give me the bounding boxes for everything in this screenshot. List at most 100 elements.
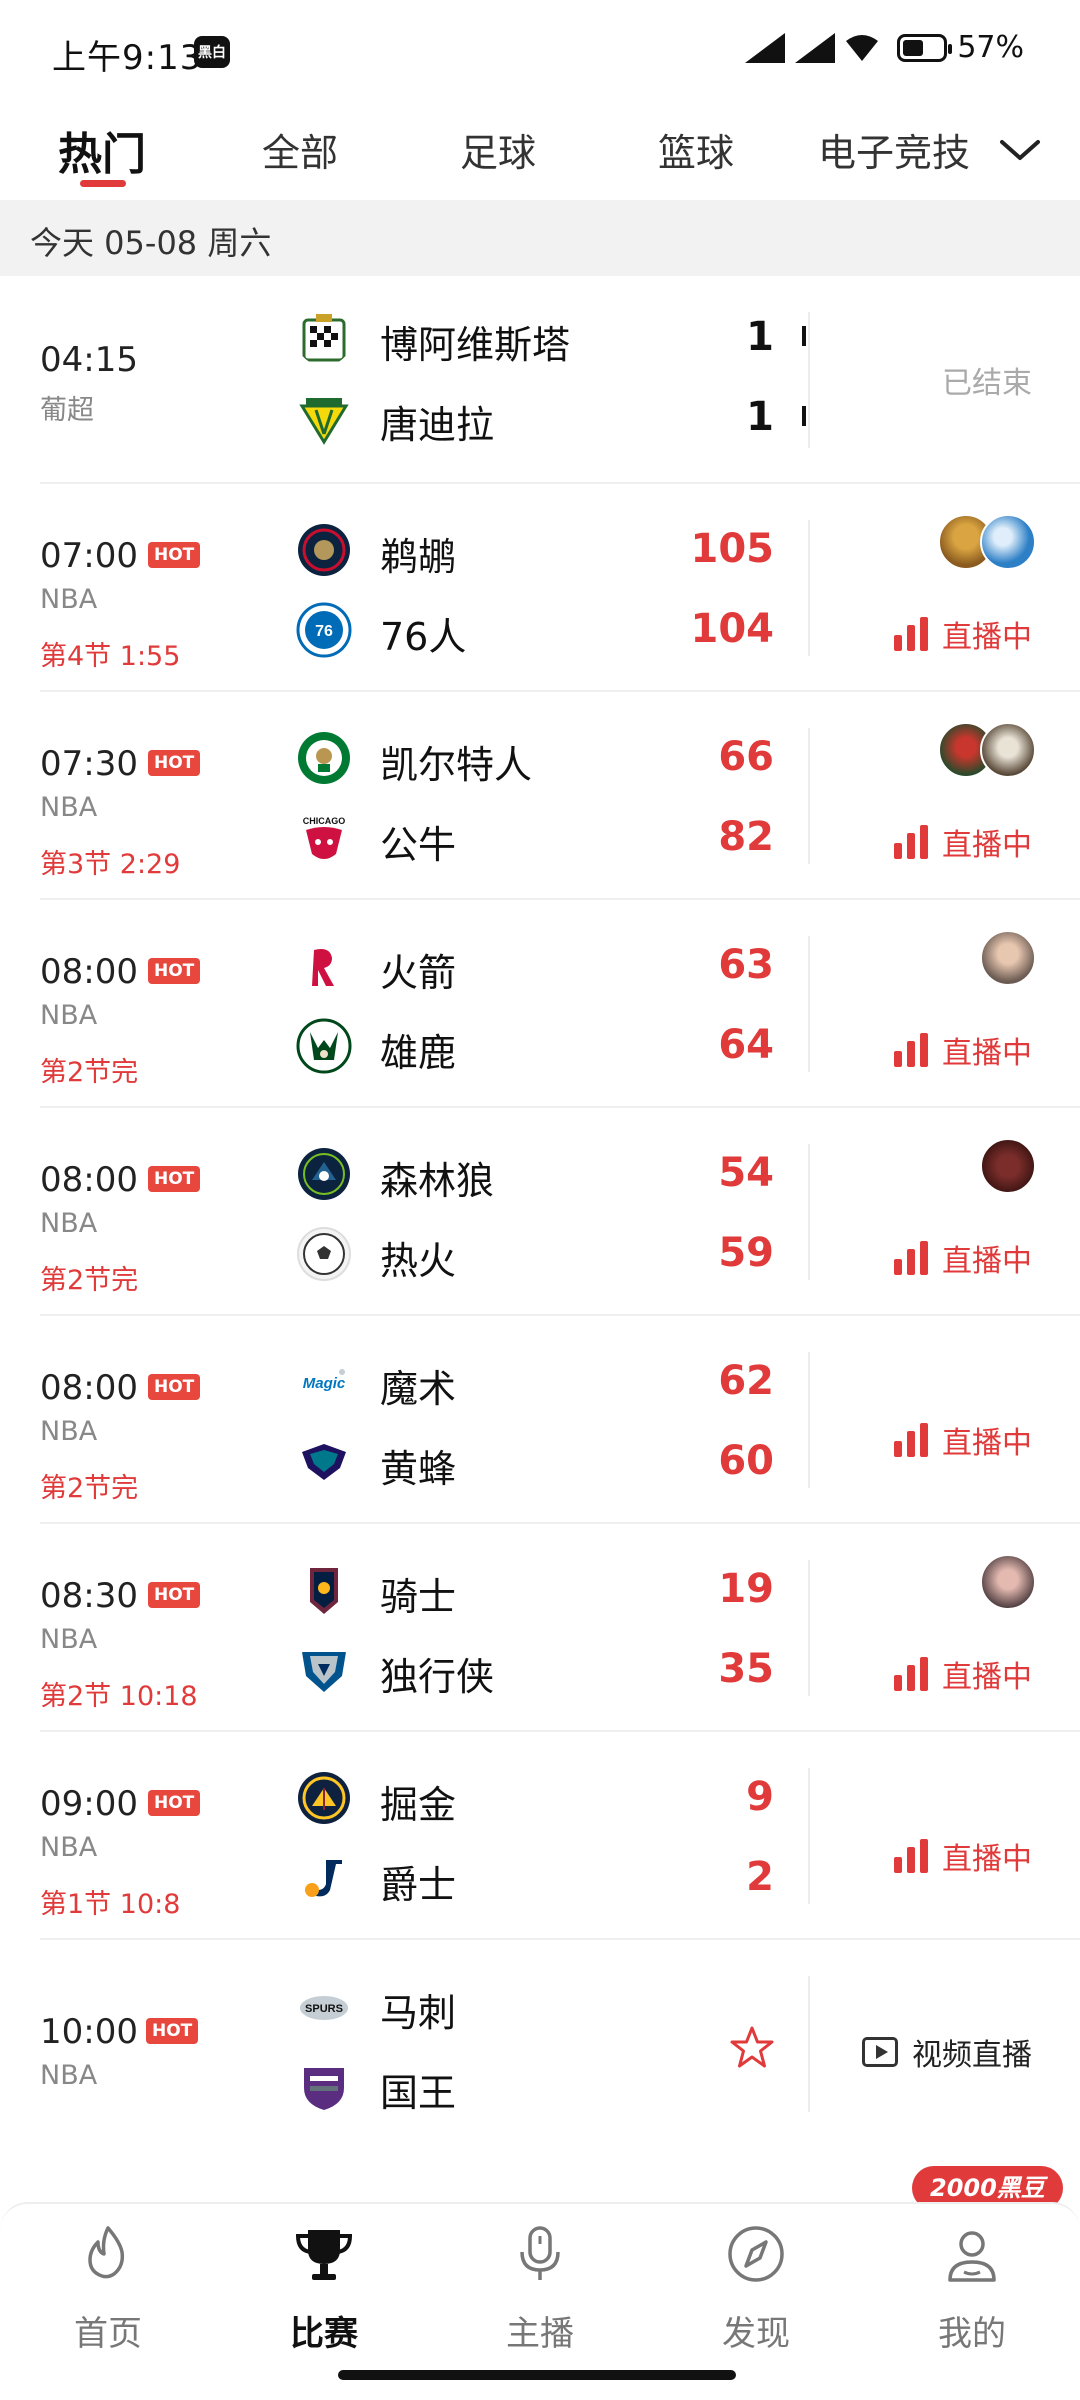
divider [808, 520, 810, 656]
streamer-avatar[interactable] [980, 1138, 1036, 1194]
team-logo-icon [310, 1568, 338, 1614]
team-logo-icon [298, 732, 350, 784]
team-score: 82 [718, 814, 774, 860]
divider [808, 1144, 810, 1280]
team-name: 火箭 [380, 951, 457, 995]
match-row[interactable]: 04:15 葡超 博阿维斯塔 1 唐迪拉 1 已结束 [0, 276, 1080, 484]
nav-discover[interactable]: 发现 [676, 2222, 836, 2355]
live-bars-icon [894, 1839, 928, 1873]
score-marker [802, 406, 806, 426]
team-logo-icon [304, 2068, 344, 2110]
match-row[interactable]: 09:00 HOT NBA 第1节 10:8 掘金 9 爵士 2 直播中 [0, 1732, 1080, 1940]
team-score: 9 [746, 1774, 774, 1820]
match-status: 第2节完 [40, 1057, 139, 1088]
live-indicator[interactable]: 直播中 [894, 1028, 1032, 1072]
live-indicator[interactable]: 直播中 [894, 1652, 1032, 1696]
svg-text:Magic: Magic [303, 1375, 346, 1392]
live-bars-icon [894, 1657, 928, 1691]
streamer-avatar[interactable] [980, 722, 1036, 778]
team-logo-icon [296, 1018, 352, 1074]
streamer-avatars[interactable] [938, 722, 1036, 778]
live-bars-icon [894, 825, 928, 859]
team-score: 35 [718, 1646, 774, 1692]
match-time: 08:00 [40, 1160, 138, 1200]
team-score: 54 [718, 1150, 774, 1196]
match-time: 07:30 [40, 744, 138, 784]
divider [808, 728, 810, 864]
chevron-down-icon[interactable] [998, 128, 1042, 172]
tab-esports[interactable]: 电子竞技 [818, 122, 970, 177]
team-score: 1 [746, 394, 774, 440]
match-league: NBA [40, 1624, 98, 1655]
match-row[interactable]: 10:00 HOT NBA SPURS 马刺 国王 视频直播 [0, 1940, 1080, 2148]
team-logo-icon [302, 1652, 346, 1692]
streamer-avatar[interactable] [980, 930, 1036, 986]
match-row[interactable]: 07:00 HOT NBA 第4节 1:55 鹈鹕 105 76 76人 104… [0, 484, 1080, 692]
divider [808, 1976, 810, 2112]
match-row[interactable]: 08:00 HOT NBA 第2节完 Magic 魔术 62 黄蜂 60 直播中 [0, 1316, 1080, 1524]
active-tab-indicator [80, 180, 126, 187]
match-row[interactable]: 08:30 HOT NBA 第2节 10:18 骑士 19 独行侠 35 直播中 [0, 1524, 1080, 1732]
hot-badge: HOT [148, 750, 201, 776]
team-name: 国王 [380, 2071, 457, 2115]
match-status: 第4节 1:55 [40, 641, 181, 672]
team-name: 热火 [380, 1239, 457, 1283]
tab-hot[interactable]: 热门 [58, 118, 146, 182]
match-row[interactable]: 08:00 HOT NBA 第2节完 森林狼 54 热火 59 直播中 [0, 1108, 1080, 1316]
streamer-avatar[interactable] [980, 1554, 1036, 1610]
live-label: 直播中 [942, 1660, 1032, 1695]
live-indicator[interactable]: 直播中 [894, 1834, 1032, 1878]
home-indicator[interactable] [338, 2370, 736, 2380]
live-label: 直播中 [942, 1842, 1032, 1877]
date-header: 今天 05-08 周六 [0, 200, 1080, 276]
team-logo-icon: Magic [303, 1369, 346, 1392]
streamer-avatars[interactable] [938, 514, 1036, 570]
star-icon[interactable] [728, 2024, 776, 2072]
match-time: 08:00 [40, 1368, 138, 1408]
streamer-avatars[interactable] [980, 930, 1036, 986]
nav-matches[interactable]: 比赛 [244, 2222, 404, 2355]
tab-football[interactable]: 足球 [460, 122, 536, 177]
match-league: NBA [40, 2060, 98, 2091]
live-label: 直播中 [942, 1244, 1032, 1279]
streamer-avatar[interactable] [980, 514, 1036, 570]
date-label: 今天 05-08 周六 [30, 224, 272, 262]
tab-all[interactable]: 全部 [262, 122, 338, 177]
live-indicator[interactable]: 直播中 [894, 820, 1032, 864]
team-name: 独行侠 [380, 1655, 495, 1699]
video-live-button[interactable]: 视频直播 [862, 2030, 1032, 2074]
team-name: 博阿维斯塔 [380, 323, 571, 367]
nav-profile[interactable]: 我的 [892, 2222, 1052, 2355]
team-name: 森林狼 [380, 1159, 495, 1203]
match-row[interactable]: 08:00 HOT NBA 第2节完 火箭 63 雄鹿 64 直播中 [0, 900, 1080, 1108]
hot-badge: HOT [148, 1790, 201, 1816]
live-indicator[interactable]: 直播中 [894, 612, 1032, 656]
live-bars-icon [894, 1423, 928, 1457]
live-indicator[interactable]: 直播中 [894, 1236, 1032, 1280]
streamer-avatars[interactable] [980, 1554, 1036, 1610]
team-score: 1 [746, 314, 774, 360]
streamer-avatars[interactable] [980, 1138, 1036, 1194]
team-logo-icon [298, 524, 350, 576]
status-indicators: 57% [745, 30, 1024, 65]
team-score: 104 [690, 606, 775, 652]
video-live-label: 视频直播 [912, 2038, 1032, 2073]
live-label: 直播中 [942, 828, 1032, 863]
match-status: 第2节 10:18 [40, 1681, 198, 1712]
trophy-icon [295, 2230, 353, 2280]
svg-text:76: 76 [315, 623, 333, 640]
nav-home[interactable]: 首页 [28, 2222, 188, 2355]
hot-badge: HOT [148, 542, 201, 568]
divider [808, 312, 810, 448]
team-score: 60 [718, 1438, 774, 1484]
compass-icon [728, 2226, 784, 2282]
divider [808, 1768, 810, 1904]
live-indicator[interactable]: 直播中 [894, 1418, 1032, 1462]
match-row[interactable]: 07:30 HOT NBA 第3节 2:29 凯尔特人 66 CHICAGO 公… [0, 692, 1080, 900]
hot-badge: HOT [148, 958, 201, 984]
tab-basketball[interactable]: 篮球 [658, 122, 734, 177]
team-name: 掘金 [380, 1783, 457, 1827]
team-name: 76人 [380, 615, 467, 659]
nav-streamers[interactable]: 主播 [460, 2222, 620, 2355]
team-logo-icon [298, 1772, 350, 1824]
